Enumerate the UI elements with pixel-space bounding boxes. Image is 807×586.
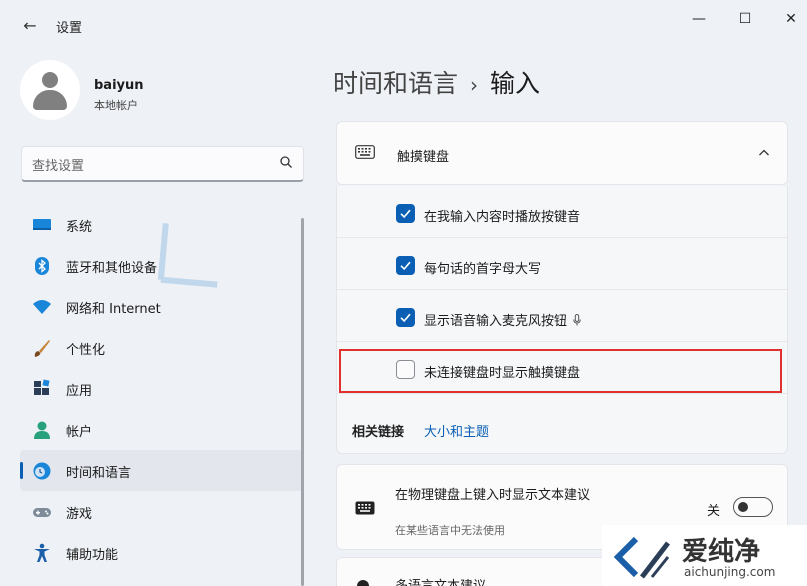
keyboard-icon: [355, 501, 375, 515]
avatar[interactable]: [20, 60, 80, 120]
title-bar: ← 设置 — ☐ ✕: [0, 0, 807, 50]
touch-keyboard-header[interactable]: 触摸键盘: [336, 121, 788, 185]
checkbox-checked[interactable]: [396, 204, 415, 223]
keyboard-icon: [355, 145, 375, 159]
watermark-text-cn: 爱纯净: [682, 537, 761, 567]
app-title: 设置: [56, 21, 83, 36]
breadcrumb-parent[interactable]: 时间和语言: [333, 69, 458, 98]
watermark-diagonal: [157, 223, 218, 288]
size-and-theme-link[interactable]: 大小和主题: [424, 425, 489, 440]
toggle-state-label: 关: [707, 504, 721, 519]
chevron-up-icon[interactable]: [757, 146, 771, 160]
sidebar-item-label: 时间和语言: [66, 466, 132, 481]
sidebar-item-label: 网络和 Internet: [66, 302, 161, 317]
page-title: 输入: [490, 69, 541, 98]
multilingual-title: 多语言文本建议: [395, 575, 486, 586]
option-show-voice-typing-mic[interactable]: 显示语音输入麦克风按钮: [337, 290, 789, 342]
related-links: 相关链接 大小和主题: [352, 421, 489, 440]
brush-icon: [34, 340, 50, 357]
wifi-icon: [33, 300, 51, 314]
bluetooth-icon: [35, 257, 49, 275]
close-button[interactable]: ✕: [776, 8, 806, 30]
globe-icon: [357, 580, 369, 586]
suggestions-subtitle: 在某些语言中无法使用: [395, 524, 505, 537]
gamepad-icon: [33, 508, 51, 517]
sidebar-item-time-language[interactable]: 时间和语言: [20, 450, 303, 491]
sidebar-item-label: 游戏: [66, 507, 93, 522]
highlight-box: [339, 349, 782, 393]
related-links-label: 相关链接: [352, 425, 405, 440]
active-indicator: [20, 462, 23, 479]
sidebar-item-label: 帐户: [66, 425, 93, 440]
touch-keyboard-options: 在我输入内容时播放按键音 每句话的首字母大写 显示语音输入麦克风按钮 未连接键盘…: [336, 186, 789, 454]
breadcrumb-separator: ›: [470, 73, 479, 97]
maximize-button[interactable]: ☐: [730, 8, 760, 30]
touch-keyboard-title: 触摸键盘: [397, 150, 450, 165]
option-label: 显示语音输入麦克风按钮: [424, 310, 581, 329]
globe-clock-icon: [33, 462, 51, 480]
suggestions-toggle[interactable]: [733, 497, 773, 517]
sidebar-item-accessibility[interactable]: 辅助功能: [20, 532, 303, 573]
minimize-button[interactable]: —: [684, 8, 714, 30]
option-play-key-sounds[interactable]: 在我输入内容时播放按键音: [337, 186, 789, 238]
sidebar-scrollbar[interactable]: [301, 218, 304, 586]
sidebar-item-network[interactable]: 网络和 Internet: [20, 286, 303, 327]
accessibility-icon: [34, 543, 50, 562]
sidebar-item-accounts[interactable]: 帐户: [20, 409, 303, 450]
display-icon: [33, 219, 51, 230]
watermark-logo: 爱纯净 aichunjing.com: [602, 525, 807, 586]
microphone-icon: [573, 314, 581, 326]
sidebar-item-label: 辅助功能: [66, 548, 119, 563]
sidebar-item-apps[interactable]: 应用: [20, 368, 303, 409]
person-icon: [34, 421, 50, 439]
option-capitalize-first-letter[interactable]: 每句话的首字母大写: [337, 238, 789, 290]
watermark-logo-icon: [613, 536, 670, 579]
sidebar-item-label: 应用: [66, 384, 93, 399]
watermark-text-en: aichunjing.com: [684, 565, 776, 579]
sidebar-item-gaming[interactable]: 游戏: [20, 491, 303, 532]
suggestions-title: 在物理键盘上键入时显示文本建议: [395, 488, 591, 503]
checkbox-checked[interactable]: [396, 308, 415, 327]
breadcrumb: 时间和语言 › 输入: [333, 64, 540, 100]
back-button[interactable]: ←: [18, 14, 42, 38]
search-placeholder: 查找设置: [32, 159, 85, 174]
option-label: 每句话的首字母大写: [424, 262, 542, 277]
checkbox-checked[interactable]: [396, 256, 415, 275]
apps-icon: [34, 379, 50, 395]
sidebar-item-personalization[interactable]: 个性化: [20, 327, 303, 368]
option-label: 在我输入内容时播放按键音: [424, 210, 581, 225]
sidebar-item-label: 个性化: [66, 343, 106, 358]
